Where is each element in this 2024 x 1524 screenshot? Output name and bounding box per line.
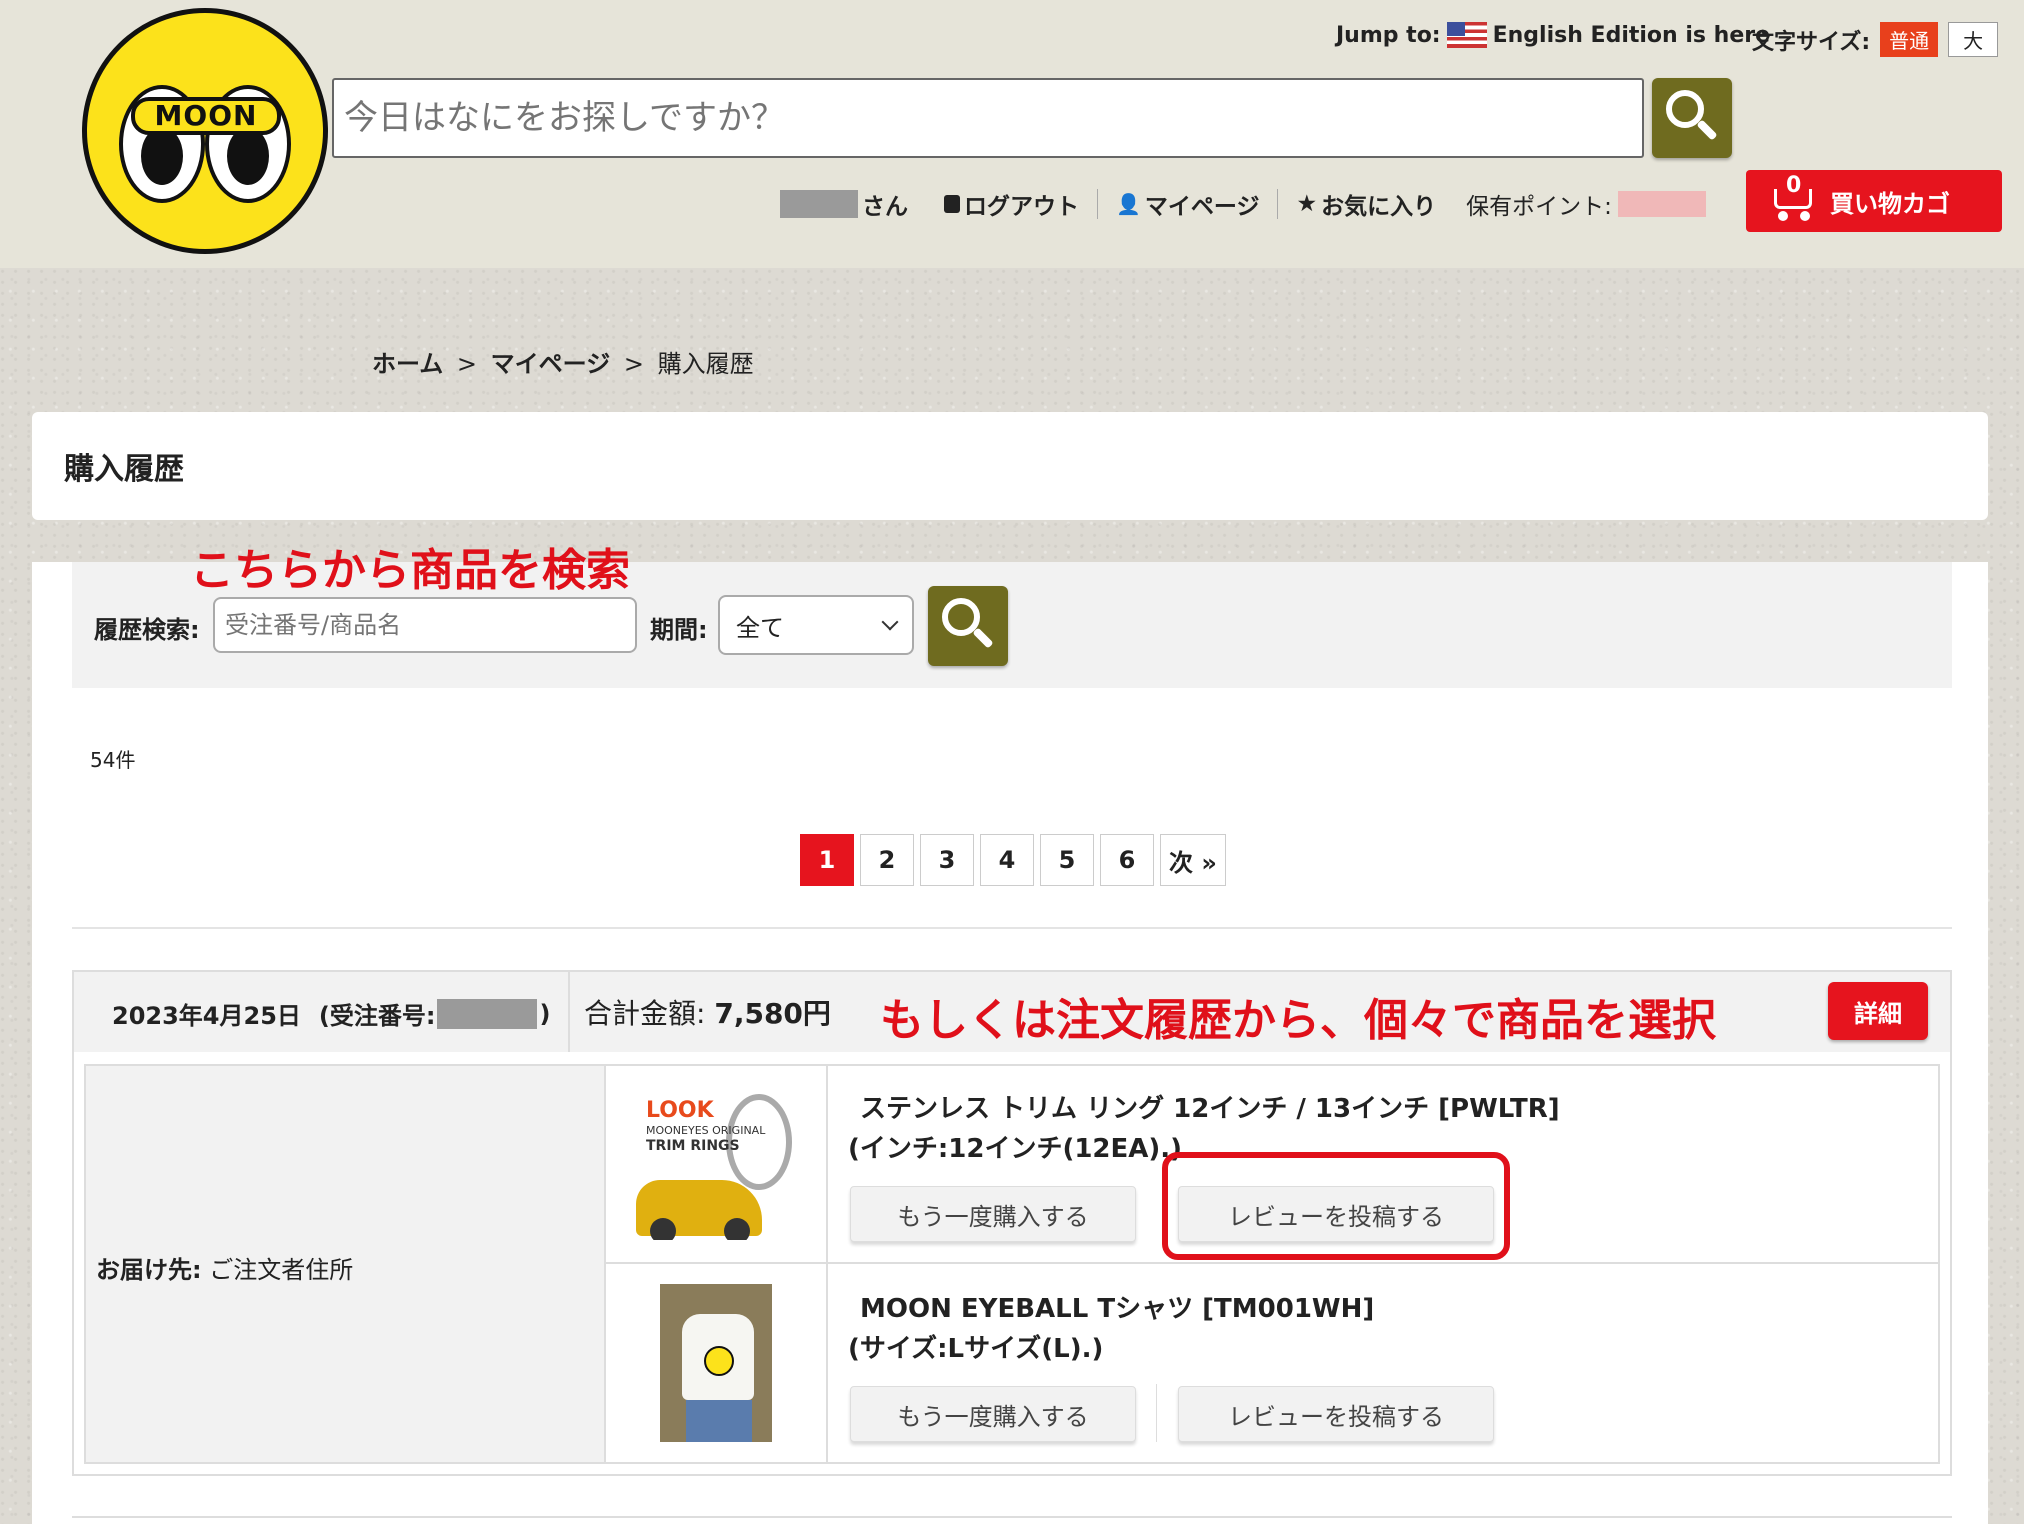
period-value: 全て [736, 613, 784, 642]
site-search-input[interactable] [332, 78, 1644, 158]
font-size-control: 文字サイズ: 普通 大 [1752, 22, 1999, 57]
font-size-large-button[interactable]: 大 [1948, 22, 1999, 57]
page-title: 購入履歴 [64, 452, 184, 487]
us-flag-icon [1446, 22, 1487, 48]
order-number-redacted [437, 998, 538, 1029]
search-annotation: こちらから商品を検索 [190, 545, 630, 596]
thumb-look-text: LOOK [646, 1098, 714, 1123]
moon-logo[interactable]: MOON [82, 8, 328, 254]
page-1-button[interactable]: 1 [800, 834, 854, 886]
page-3-button[interactable]: 3 [920, 834, 974, 886]
search-icon [1666, 90, 1718, 144]
page-2-button[interactable]: 2 [860, 834, 914, 886]
item-1-rebuy-button[interactable]: もう一度購入する [850, 1186, 1136, 1242]
cart-label: 買い物カゴ [1830, 189, 1950, 218]
review-highlight [1162, 1152, 1510, 1260]
user-icon: 👤 [1116, 192, 1141, 216]
item-1-name[interactable]: ステンレス トリム リング 12インチ / 13インチ [PWLTR] [860, 1088, 1560, 1125]
history-search-label: 履歴検索: [94, 616, 200, 644]
username-redacted [780, 190, 858, 218]
order-number-label: (受注番号: [318, 1002, 436, 1030]
order-number-close: ) [539, 999, 551, 1028]
font-size-label: 文字サイズ: [1752, 29, 1871, 55]
cart-icon: 0 [1766, 173, 1818, 223]
logout-label: ログアウト [964, 194, 1079, 220]
item-1-option: (インチ:12インチ(12EA).) [848, 1134, 1183, 1164]
order-total-label: 合計金額: [584, 997, 706, 1030]
page-4-button[interactable]: 4 [980, 834, 1034, 886]
item-2-option: (サイズ:Lサイズ(L).) [848, 1334, 1104, 1364]
button-divider [1156, 1384, 1157, 1442]
header-divider [568, 972, 570, 1052]
font-size-normal-button[interactable]: 普通 [1880, 22, 1939, 57]
cart-count: 0 [1786, 173, 1802, 198]
page-6-button[interactable]: 6 [1100, 834, 1154, 886]
breadcrumb-home[interactable]: ホーム [372, 350, 443, 378]
mypage-label: マイページ [1144, 194, 1260, 220]
mypage-link[interactable]: 👤 マイページ [1098, 187, 1277, 221]
delivery-label: お届け先: [96, 1256, 202, 1284]
page-5-button[interactable]: 5 [1040, 834, 1094, 886]
trim-ring-thumbnail[interactable]: LOOK MOONEYES ORIGINAL TRIM RINGS [636, 1088, 798, 1240]
period-label: 期間: [650, 616, 708, 644]
divider [72, 927, 1952, 929]
logo-wordmark: MOON [131, 97, 281, 135]
title-card: 購入履歴 [32, 412, 1988, 520]
item-2-review-button[interactable]: レビューを投稿する [1178, 1386, 1494, 1442]
history-search-input[interactable] [213, 597, 637, 653]
logout-link[interactable]: ログアウト [926, 187, 1097, 221]
item-2-rebuy-button[interactable]: もう一度購入する [850, 1386, 1136, 1442]
breadcrumb-mypage[interactable]: マイページ [491, 350, 611, 378]
result-count: 54件 [90, 748, 136, 772]
next-order-top [72, 1516, 1952, 1518]
order-total: 合計金額: 7,580円 [584, 992, 831, 1032]
star-icon: ★ [1296, 191, 1318, 217]
order-date: 2023年4月25日 (受注番号: ) [112, 996, 550, 1031]
thumb-sub-text: MOONEYES ORIGINAL [646, 1124, 766, 1137]
order-total-value: 7,580円 [714, 997, 831, 1030]
order-detail-button[interactable]: 詳細 [1828, 982, 1928, 1040]
favorites-label: お気に入り [1321, 194, 1437, 220]
user-suffix: さん [862, 194, 908, 220]
tshirt-thumbnail[interactable] [660, 1284, 772, 1442]
delivery-address: お届け先: ご注文者住所 [96, 1250, 353, 1285]
history-search-button[interactable] [928, 586, 1008, 666]
item-row-divider [606, 1262, 1938, 1264]
order-date-text: 2023年4月25日 [112, 1002, 301, 1030]
search-icon [942, 598, 994, 652]
cart-button[interactable]: 0 買い物カゴ [1746, 170, 2002, 232]
pagination: 1 2 3 4 5 6 次 » [800, 834, 1226, 886]
period-select[interactable]: 全て [718, 595, 914, 655]
breadcrumb-sep: > [623, 350, 644, 378]
chevron-down-icon [881, 613, 899, 631]
language-jump: Jump to: English Edition is here [1336, 22, 1770, 48]
delivery-value: ご注文者住所 [209, 1256, 354, 1284]
user-nav: さん ログアウト 👤 マイページ ★ お気に入り 保有ポイント: [780, 186, 1710, 222]
points-label: 保有ポイント: [1466, 194, 1612, 220]
jump-label: Jump to: [1336, 22, 1441, 48]
breadcrumb-current: 購入履歴 [657, 350, 754, 378]
thumb-rings-text: TRIM RINGS [646, 1138, 740, 1154]
item-2-name[interactable]: MOON EYEBALL Tシャツ [TM001WH] [860, 1288, 1374, 1325]
breadcrumb: ホーム > マイページ > 購入履歴 [372, 344, 754, 379]
breadcrumb-sep: > [456, 350, 478, 378]
next-page-button[interactable]: 次 » [1160, 834, 1226, 886]
select-annotation: もしくは注文履歴から、個々で商品を選択 [880, 995, 1716, 1046]
site-search-button[interactable] [1652, 78, 1732, 158]
points-redacted [1617, 191, 1706, 217]
english-edition-link[interactable]: English Edition is here [1493, 23, 1770, 48]
bag-icon [944, 195, 960, 213]
favorites-link[interactable]: ★ お気に入り [1278, 187, 1454, 221]
